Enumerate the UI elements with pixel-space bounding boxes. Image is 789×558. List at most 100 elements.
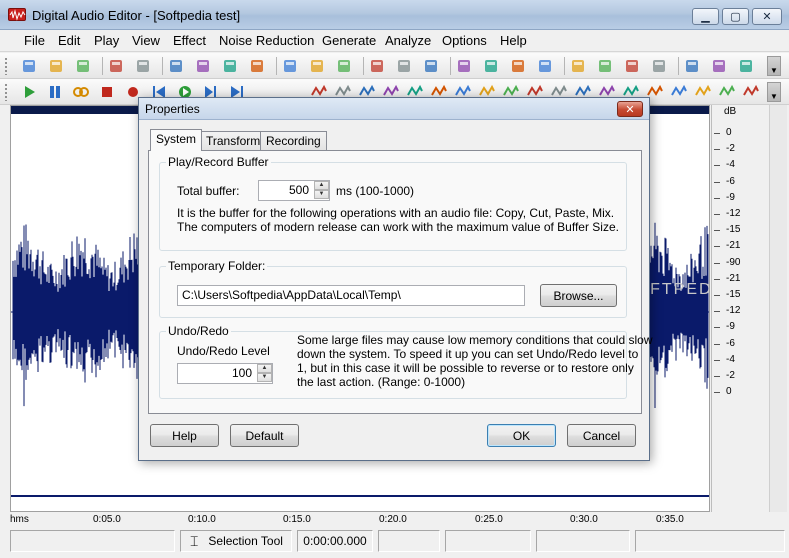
tab-recording[interactable]: Recording bbox=[260, 131, 327, 150]
maximize-icon: ▢ bbox=[730, 11, 741, 23]
menu-noise-reduction[interactable]: Noise Reduction bbox=[219, 33, 314, 48]
cursor-icon: ⌶ bbox=[190, 532, 199, 549]
spectrum-icon[interactable] bbox=[694, 83, 712, 101]
total-buffer-spinner[interactable]: ▲ ▼ bbox=[314, 181, 329, 200]
paste-icon[interactable] bbox=[221, 57, 239, 75]
buffer-description-2: The computers of modern release can work… bbox=[177, 220, 619, 234]
status-cell-empty bbox=[445, 530, 531, 552]
db-tick-label: -6 bbox=[726, 337, 735, 349]
zoom-fit-icon[interactable] bbox=[650, 57, 668, 75]
play-icon[interactable] bbox=[20, 83, 38, 101]
db-tick-label: -9 bbox=[726, 191, 735, 203]
channel-icon[interactable] bbox=[718, 83, 736, 101]
main-toolbar: ▼ bbox=[0, 53, 789, 79]
tab-system[interactable]: System bbox=[150, 129, 203, 151]
toolbar-grip[interactable] bbox=[4, 57, 8, 75]
paste-mix-icon[interactable] bbox=[248, 57, 266, 75]
vertical-scrollbar[interactable] bbox=[769, 105, 787, 512]
toolbar-overflow-button[interactable]: ▼ bbox=[767, 56, 781, 76]
toolbar-overflow-button[interactable]: ▼ bbox=[767, 82, 781, 102]
zoom-selection-icon[interactable] bbox=[509, 57, 527, 75]
ok-button[interactable]: OK bbox=[487, 424, 556, 447]
menu-options[interactable]: Options bbox=[442, 33, 487, 48]
menu-generate[interactable]: Generate bbox=[322, 33, 376, 48]
menu-effect[interactable]: Effect bbox=[173, 33, 206, 48]
save-icon[interactable] bbox=[107, 57, 125, 75]
toolbar-separator bbox=[678, 57, 679, 75]
menu-view[interactable]: View bbox=[132, 33, 160, 48]
undo-icon[interactable] bbox=[308, 57, 326, 75]
db-tick bbox=[714, 392, 720, 394]
marker-prev-icon[interactable] bbox=[710, 57, 728, 75]
open-recent-icon[interactable] bbox=[74, 57, 92, 75]
dialog-close-button[interactable]: ✕ bbox=[617, 101, 643, 117]
status-tool: ⌶ Selection Tool bbox=[180, 530, 292, 552]
redo-icon[interactable] bbox=[335, 57, 353, 75]
new-file-icon[interactable] bbox=[20, 57, 38, 75]
db-tick bbox=[714, 295, 720, 296]
spin-up-icon[interactable]: ▲ bbox=[257, 364, 272, 373]
noise-gate-icon[interactable] bbox=[670, 83, 688, 101]
stop-icon[interactable] bbox=[98, 83, 116, 101]
menu-analyze[interactable]: Analyze bbox=[385, 33, 431, 48]
spin-down-icon[interactable]: ▼ bbox=[314, 190, 329, 199]
dialog-title: Properties bbox=[145, 102, 200, 116]
minimize-icon: ▁ bbox=[701, 11, 710, 23]
db-tick-label: -4 bbox=[726, 353, 735, 365]
time-tick-label: 0:05.0 bbox=[93, 514, 121, 525]
undo-description-1: Some large files may cause low memory co… bbox=[297, 333, 653, 347]
default-button[interactable]: Default bbox=[230, 424, 299, 447]
maximize-button[interactable]: ▢ bbox=[722, 8, 749, 25]
spin-down-icon[interactable]: ▼ bbox=[257, 373, 272, 382]
pause-icon[interactable] bbox=[46, 83, 64, 101]
tab-transform[interactable]: Transform bbox=[200, 131, 267, 150]
close-icon: ✕ bbox=[762, 11, 772, 23]
db-tick bbox=[714, 278, 720, 280]
total-buffer-label: Total buffer: bbox=[177, 184, 240, 198]
select-all-icon[interactable] bbox=[368, 57, 386, 75]
undo-description-4: the last action. (Range: 0-1000) bbox=[297, 375, 466, 389]
menu-file[interactable]: File bbox=[24, 33, 45, 48]
buffer-range-label: ms (100-1000) bbox=[336, 184, 415, 198]
toolbar-grip[interactable] bbox=[4, 83, 8, 101]
close-window-button[interactable]: ✕ bbox=[752, 8, 782, 25]
db-tick bbox=[714, 165, 720, 167]
toolbar-separator bbox=[102, 57, 103, 75]
undo-description-2: down the system. To speed it up you can … bbox=[297, 347, 639, 361]
zoom-out-vertical-icon[interactable] bbox=[596, 57, 614, 75]
temp-folder-input[interactable]: C:\Users\Softpedia\AppData\Local\Temp\ bbox=[177, 285, 525, 306]
save-as-icon[interactable] bbox=[134, 57, 152, 75]
marker-add-icon[interactable] bbox=[683, 57, 701, 75]
menu-edit[interactable]: Edit bbox=[58, 33, 80, 48]
zoom-all-icon[interactable] bbox=[536, 57, 554, 75]
zoom-in-vertical-icon[interactable] bbox=[569, 57, 587, 75]
time-tick-label: 0:35.0 bbox=[656, 514, 684, 525]
marker-next-icon[interactable] bbox=[737, 57, 755, 75]
help-button[interactable]: Help bbox=[150, 424, 219, 447]
effects-chain-icon[interactable] bbox=[742, 83, 760, 101]
menu-play[interactable]: Play bbox=[94, 33, 119, 48]
zoom-out-icon[interactable] bbox=[482, 57, 500, 75]
status-tool-label: Selection Tool bbox=[208, 534, 283, 548]
minimize-button[interactable]: ▁ bbox=[692, 8, 719, 25]
db-tick bbox=[714, 181, 720, 183]
cancel-button[interactable]: Cancel bbox=[567, 424, 636, 447]
db-tick-label: -15 bbox=[726, 224, 741, 236]
spin-up-icon[interactable]: ▲ bbox=[314, 181, 329, 190]
open-folder-icon[interactable] bbox=[47, 57, 65, 75]
browse-button[interactable]: Browse... bbox=[540, 284, 617, 307]
db-tick bbox=[714, 327, 720, 329]
undo-level-spinner[interactable]: ▲ ▼ bbox=[257, 364, 272, 383]
insert-silence-icon[interactable] bbox=[395, 57, 413, 75]
menu-help[interactable]: Help bbox=[500, 33, 527, 48]
zoom-in-icon[interactable] bbox=[455, 57, 473, 75]
filter-icon[interactable] bbox=[422, 57, 440, 75]
loop-icon[interactable] bbox=[72, 83, 90, 101]
db-tick bbox=[714, 246, 720, 248]
copy-icon[interactable] bbox=[167, 57, 185, 75]
dialog-title-bar[interactable]: Properties ✕ bbox=[139, 98, 649, 120]
zoom-full-icon[interactable] bbox=[623, 57, 641, 75]
trim-icon[interactable] bbox=[281, 57, 299, 75]
cut-icon[interactable] bbox=[194, 57, 212, 75]
title-bar: Digital Audio Editor - [Softpedia test] … bbox=[0, 0, 789, 30]
